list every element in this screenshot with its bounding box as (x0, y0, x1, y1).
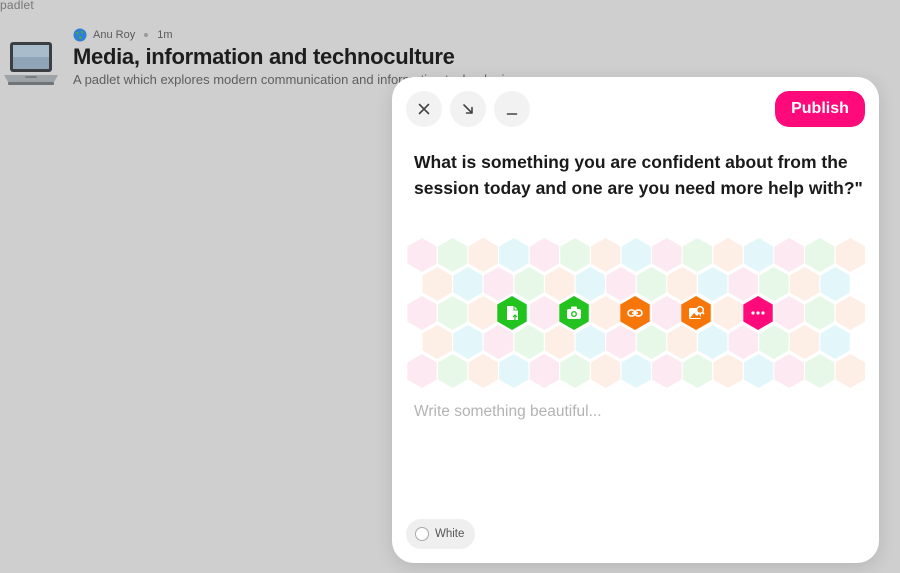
background-hexagon (437, 296, 468, 330)
background-hexagon (820, 267, 850, 301)
background-hexagon (759, 267, 789, 301)
background-hexagon (728, 325, 758, 359)
background-hexagon (728, 267, 758, 301)
more-icon (751, 311, 765, 315)
board-meta: Anu Roy 1m (73, 28, 172, 42)
globe-avatar-icon (73, 28, 87, 42)
background-hexagon (590, 296, 621, 330)
background-hexagon (575, 267, 605, 301)
background-hexagon (407, 296, 437, 330)
background-hexagon (713, 296, 743, 330)
background-hexagon (621, 354, 651, 388)
close-icon (418, 103, 430, 115)
background-hexagon (499, 354, 529, 388)
post-composer: Publish What is something you are confid… (392, 77, 879, 563)
background-hexagon (529, 354, 560, 388)
background-hexagon (545, 267, 575, 301)
background-hexagon (529, 238, 560, 272)
board-title: Media, information and technoculture (73, 44, 455, 69)
background-hexagon (789, 325, 820, 359)
background-hexagon (606, 325, 636, 359)
minimize-button[interactable] (494, 91, 530, 127)
background-hexagon (805, 296, 835, 330)
background-hexagon (483, 325, 514, 359)
background-hexagon (713, 354, 743, 388)
background-hexagon (575, 325, 605, 359)
background-hexagon (468, 296, 498, 330)
background-hexagon (713, 238, 743, 272)
background-hexagon (636, 267, 667, 301)
separator-dot (144, 33, 149, 37)
background-hexagon (835, 296, 866, 330)
background-hexagon (483, 267, 514, 301)
background-hexagon (774, 296, 804, 330)
background-hexagon (667, 267, 697, 301)
post-subject[interactable]: What is something you are confident abou… (414, 149, 864, 201)
background-hexagon (743, 238, 774, 272)
background-hexagon (560, 238, 590, 272)
background-hexagon (560, 354, 590, 388)
background-hexagon (545, 325, 575, 359)
background-hexagon (636, 325, 667, 359)
background-hexagon (606, 267, 636, 301)
background-hexagon (514, 325, 544, 359)
background-hexagon (437, 354, 468, 388)
background-hexagon (422, 267, 452, 301)
camera-button[interactable] (559, 296, 589, 330)
link-button[interactable] (620, 296, 650, 330)
background-hexagon (835, 238, 866, 272)
background-hexagon (652, 354, 682, 388)
publish-button[interactable]: Publish (775, 91, 865, 127)
color-swatch (415, 527, 429, 541)
background-hexagon (468, 238, 498, 272)
image-search-button[interactable] (681, 296, 711, 330)
background-hexagon (743, 354, 774, 388)
background-hexagon (590, 238, 621, 272)
background-hexagon (667, 325, 697, 359)
background-hexagon (759, 325, 789, 359)
background-hexagon (529, 296, 560, 330)
background-hexagon (682, 238, 713, 272)
background-hexagon (774, 238, 804, 272)
author-name[interactable]: Anu Roy (93, 29, 135, 41)
close-button[interactable] (406, 91, 442, 127)
background-hexagon (499, 238, 529, 272)
background-hexagon (437, 238, 468, 272)
background-hexagon (468, 354, 498, 388)
background-hexagon (805, 354, 835, 388)
background-hexagon (774, 354, 804, 388)
background-hexagon (453, 267, 483, 301)
background-hexagon (682, 354, 713, 388)
color-label: White (435, 528, 465, 540)
background-hexagon (590, 354, 621, 388)
background-hexagon (422, 325, 452, 359)
collapse-button[interactable] (450, 91, 486, 127)
minimize-icon (506, 113, 518, 115)
brand-logo-text[interactable]: padlet (0, 0, 34, 12)
background-hexagon (835, 354, 866, 388)
background-hexagon (652, 238, 682, 272)
background-hexagon (789, 267, 820, 301)
background-hexagon (698, 325, 728, 359)
post-body-input[interactable]: Write something beautiful... (414, 403, 854, 421)
attachment-picker (407, 238, 866, 388)
background-hexagon (621, 238, 651, 272)
background-hexagon (514, 267, 544, 301)
background-hexagon (407, 238, 437, 272)
post-color-selector[interactable]: White (406, 519, 476, 549)
background-hexagon (453, 325, 483, 359)
laptop-icon (4, 42, 58, 85)
arrow-down-right-icon (463, 104, 473, 114)
more-button[interactable] (743, 296, 773, 330)
post-time: 1m (157, 29, 173, 41)
background-hexagon (805, 238, 835, 272)
background-hexagon (698, 267, 728, 301)
background-hexagon (407, 354, 437, 388)
background-hexagon (652, 296, 682, 330)
background-hexagon (820, 325, 850, 359)
